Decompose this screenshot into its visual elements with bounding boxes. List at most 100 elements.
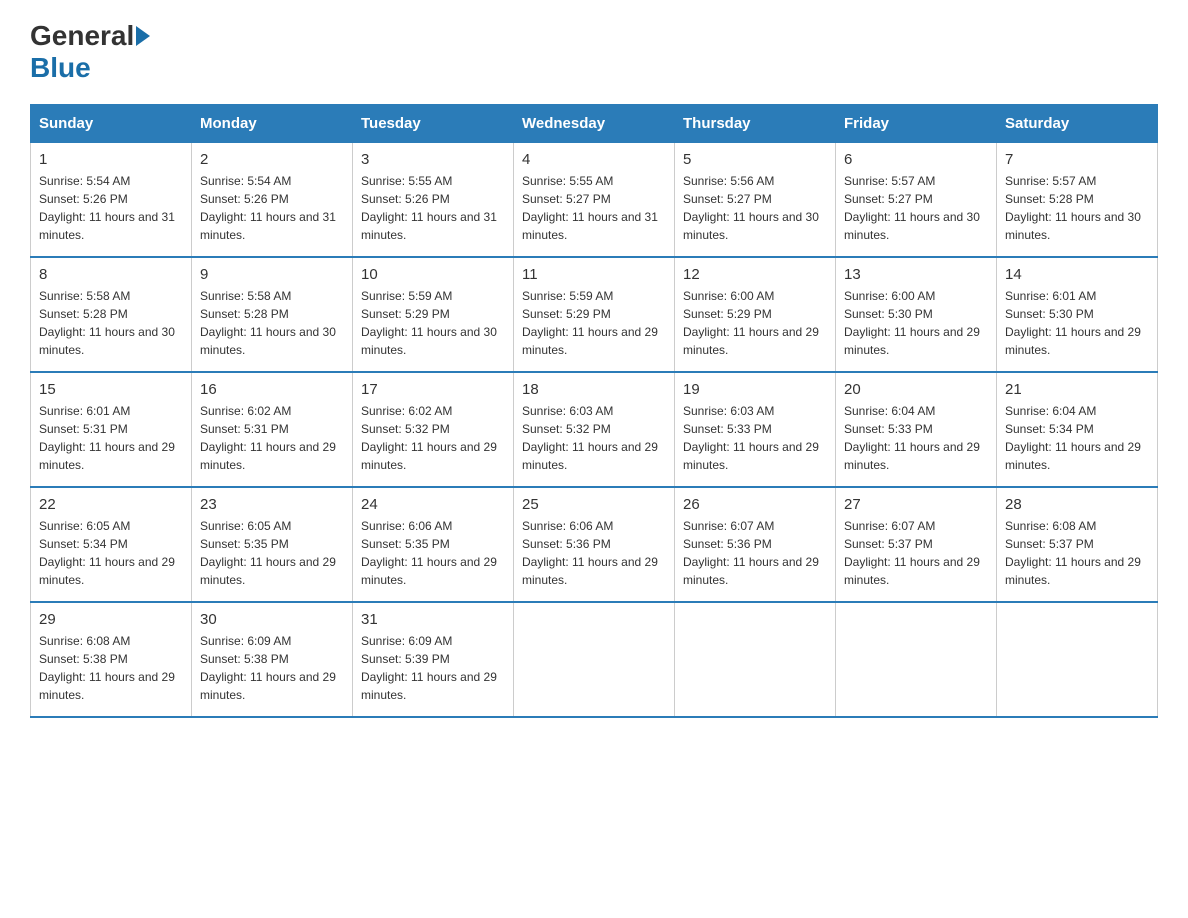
calendar-cell: 30 Sunrise: 6:09 AM Sunset: 5:38 PM Dayl… — [192, 602, 353, 717]
day-number: 17 — [361, 381, 505, 398]
calendar-week-row: 29 Sunrise: 6:08 AM Sunset: 5:38 PM Dayl… — [31, 602, 1158, 717]
day-info: Sunrise: 6:00 AM Sunset: 5:29 PM Dayligh… — [683, 287, 827, 359]
calendar-cell: 6 Sunrise: 5:57 AM Sunset: 5:27 PM Dayli… — [836, 143, 997, 258]
day-number: 25 — [522, 496, 666, 513]
calendar-cell: 13 Sunrise: 6:00 AM Sunset: 5:30 PM Dayl… — [836, 257, 997, 372]
calendar-cell: 22 Sunrise: 6:05 AM Sunset: 5:34 PM Dayl… — [31, 487, 192, 602]
header-tuesday: Tuesday — [353, 105, 514, 143]
day-info: Sunrise: 6:03 AM Sunset: 5:33 PM Dayligh… — [683, 402, 827, 474]
day-info: Sunrise: 5:57 AM Sunset: 5:28 PM Dayligh… — [1005, 172, 1149, 244]
header-friday: Friday — [836, 105, 997, 143]
calendar-table: SundayMondayTuesdayWednesdayThursdayFrid… — [30, 104, 1158, 718]
calendar-cell: 4 Sunrise: 5:55 AM Sunset: 5:27 PM Dayli… — [514, 143, 675, 258]
day-number: 7 — [1005, 151, 1149, 168]
day-number: 27 — [844, 496, 988, 513]
day-number: 23 — [200, 496, 344, 513]
calendar-cell: 14 Sunrise: 6:01 AM Sunset: 5:30 PM Dayl… — [997, 257, 1158, 372]
calendar-cell: 26 Sunrise: 6:07 AM Sunset: 5:36 PM Dayl… — [675, 487, 836, 602]
header-sunday: Sunday — [31, 105, 192, 143]
logo-blue-line: Blue — [30, 52, 91, 84]
day-number: 19 — [683, 381, 827, 398]
day-info: Sunrise: 5:57 AM Sunset: 5:27 PM Dayligh… — [844, 172, 988, 244]
day-info: Sunrise: 6:02 AM Sunset: 5:32 PM Dayligh… — [361, 402, 505, 474]
day-number: 11 — [522, 266, 666, 283]
day-number: 9 — [200, 266, 344, 283]
calendar-cell — [675, 602, 836, 717]
calendar-cell: 24 Sunrise: 6:06 AM Sunset: 5:35 PM Dayl… — [353, 487, 514, 602]
day-info: Sunrise: 5:55 AM Sunset: 5:26 PM Dayligh… — [361, 172, 505, 244]
day-number: 10 — [361, 266, 505, 283]
calendar-cell: 11 Sunrise: 5:59 AM Sunset: 5:29 PM Dayl… — [514, 257, 675, 372]
calendar-cell: 16 Sunrise: 6:02 AM Sunset: 5:31 PM Dayl… — [192, 372, 353, 487]
day-info: Sunrise: 6:04 AM Sunset: 5:34 PM Dayligh… — [1005, 402, 1149, 474]
calendar-cell: 17 Sunrise: 6:02 AM Sunset: 5:32 PM Dayl… — [353, 372, 514, 487]
day-info: Sunrise: 5:54 AM Sunset: 5:26 PM Dayligh… — [39, 172, 183, 244]
calendar-cell — [514, 602, 675, 717]
calendar-cell: 25 Sunrise: 6:06 AM Sunset: 5:36 PM Dayl… — [514, 487, 675, 602]
day-number: 18 — [522, 381, 666, 398]
day-info: Sunrise: 5:58 AM Sunset: 5:28 PM Dayligh… — [200, 287, 344, 359]
day-number: 2 — [200, 151, 344, 168]
day-info: Sunrise: 6:08 AM Sunset: 5:37 PM Dayligh… — [1005, 517, 1149, 589]
day-info: Sunrise: 6:06 AM Sunset: 5:36 PM Dayligh… — [522, 517, 666, 589]
day-info: Sunrise: 5:56 AM Sunset: 5:27 PM Dayligh… — [683, 172, 827, 244]
day-number: 21 — [1005, 381, 1149, 398]
calendar-cell: 19 Sunrise: 6:03 AM Sunset: 5:33 PM Dayl… — [675, 372, 836, 487]
day-info: Sunrise: 6:02 AM Sunset: 5:31 PM Dayligh… — [200, 402, 344, 474]
day-info: Sunrise: 5:58 AM Sunset: 5:28 PM Dayligh… — [39, 287, 183, 359]
day-number: 30 — [200, 611, 344, 628]
day-number: 29 — [39, 611, 183, 628]
day-info: Sunrise: 5:59 AM Sunset: 5:29 PM Dayligh… — [522, 287, 666, 359]
calendar-cell: 21 Sunrise: 6:04 AM Sunset: 5:34 PM Dayl… — [997, 372, 1158, 487]
day-number: 24 — [361, 496, 505, 513]
day-number: 31 — [361, 611, 505, 628]
header-monday: Monday — [192, 105, 353, 143]
logo: General — [30, 20, 152, 52]
calendar-cell: 3 Sunrise: 5:55 AM Sunset: 5:26 PM Dayli… — [353, 143, 514, 258]
day-info: Sunrise: 6:04 AM Sunset: 5:33 PM Dayligh… — [844, 402, 988, 474]
calendar-cell: 10 Sunrise: 5:59 AM Sunset: 5:29 PM Dayl… — [353, 257, 514, 372]
header-thursday: Thursday — [675, 105, 836, 143]
day-info: Sunrise: 5:55 AM Sunset: 5:27 PM Dayligh… — [522, 172, 666, 244]
header-wednesday: Wednesday — [514, 105, 675, 143]
calendar-cell: 8 Sunrise: 5:58 AM Sunset: 5:28 PM Dayli… — [31, 257, 192, 372]
calendar-cell: 7 Sunrise: 5:57 AM Sunset: 5:28 PM Dayli… — [997, 143, 1158, 258]
day-number: 15 — [39, 381, 183, 398]
calendar-cell: 9 Sunrise: 5:58 AM Sunset: 5:28 PM Dayli… — [192, 257, 353, 372]
calendar-cell: 18 Sunrise: 6:03 AM Sunset: 5:32 PM Dayl… — [514, 372, 675, 487]
day-info: Sunrise: 6:03 AM Sunset: 5:32 PM Dayligh… — [522, 402, 666, 474]
calendar-cell: 12 Sunrise: 6:00 AM Sunset: 5:29 PM Dayl… — [675, 257, 836, 372]
calendar-cell: 1 Sunrise: 5:54 AM Sunset: 5:26 PM Dayli… — [31, 143, 192, 258]
day-number: 22 — [39, 496, 183, 513]
day-number: 26 — [683, 496, 827, 513]
day-info: Sunrise: 6:05 AM Sunset: 5:34 PM Dayligh… — [39, 517, 183, 589]
day-number: 13 — [844, 266, 988, 283]
header-saturday: Saturday — [997, 105, 1158, 143]
day-info: Sunrise: 6:06 AM Sunset: 5:35 PM Dayligh… — [361, 517, 505, 589]
calendar-cell — [997, 602, 1158, 717]
calendar-cell: 31 Sunrise: 6:09 AM Sunset: 5:39 PM Dayl… — [353, 602, 514, 717]
day-info: Sunrise: 5:54 AM Sunset: 5:26 PM Dayligh… — [200, 172, 344, 244]
day-number: 28 — [1005, 496, 1149, 513]
day-info: Sunrise: 6:09 AM Sunset: 5:39 PM Dayligh… — [361, 632, 505, 704]
day-info: Sunrise: 5:59 AM Sunset: 5:29 PM Dayligh… — [361, 287, 505, 359]
day-number: 6 — [844, 151, 988, 168]
logo-arrow-icon — [136, 26, 150, 46]
day-info: Sunrise: 6:07 AM Sunset: 5:37 PM Dayligh… — [844, 517, 988, 589]
day-number: 20 — [844, 381, 988, 398]
day-number: 16 — [200, 381, 344, 398]
calendar-week-row: 8 Sunrise: 5:58 AM Sunset: 5:28 PM Dayli… — [31, 257, 1158, 372]
day-number: 14 — [1005, 266, 1149, 283]
day-info: Sunrise: 6:05 AM Sunset: 5:35 PM Dayligh… — [200, 517, 344, 589]
calendar-cell: 27 Sunrise: 6:07 AM Sunset: 5:37 PM Dayl… — [836, 487, 997, 602]
calendar-week-row: 15 Sunrise: 6:01 AM Sunset: 5:31 PM Dayl… — [31, 372, 1158, 487]
day-number: 4 — [522, 151, 666, 168]
day-info: Sunrise: 6:01 AM Sunset: 5:30 PM Dayligh… — [1005, 287, 1149, 359]
page-header: General Blue — [30, 20, 1158, 84]
day-number: 1 — [39, 151, 183, 168]
calendar-week-row: 22 Sunrise: 6:05 AM Sunset: 5:34 PM Dayl… — [31, 487, 1158, 602]
logo-blue-text: Blue — [30, 52, 91, 83]
calendar-cell: 2 Sunrise: 5:54 AM Sunset: 5:26 PM Dayli… — [192, 143, 353, 258]
day-info: Sunrise: 6:01 AM Sunset: 5:31 PM Dayligh… — [39, 402, 183, 474]
calendar-cell: 23 Sunrise: 6:05 AM Sunset: 5:35 PM Dayl… — [192, 487, 353, 602]
